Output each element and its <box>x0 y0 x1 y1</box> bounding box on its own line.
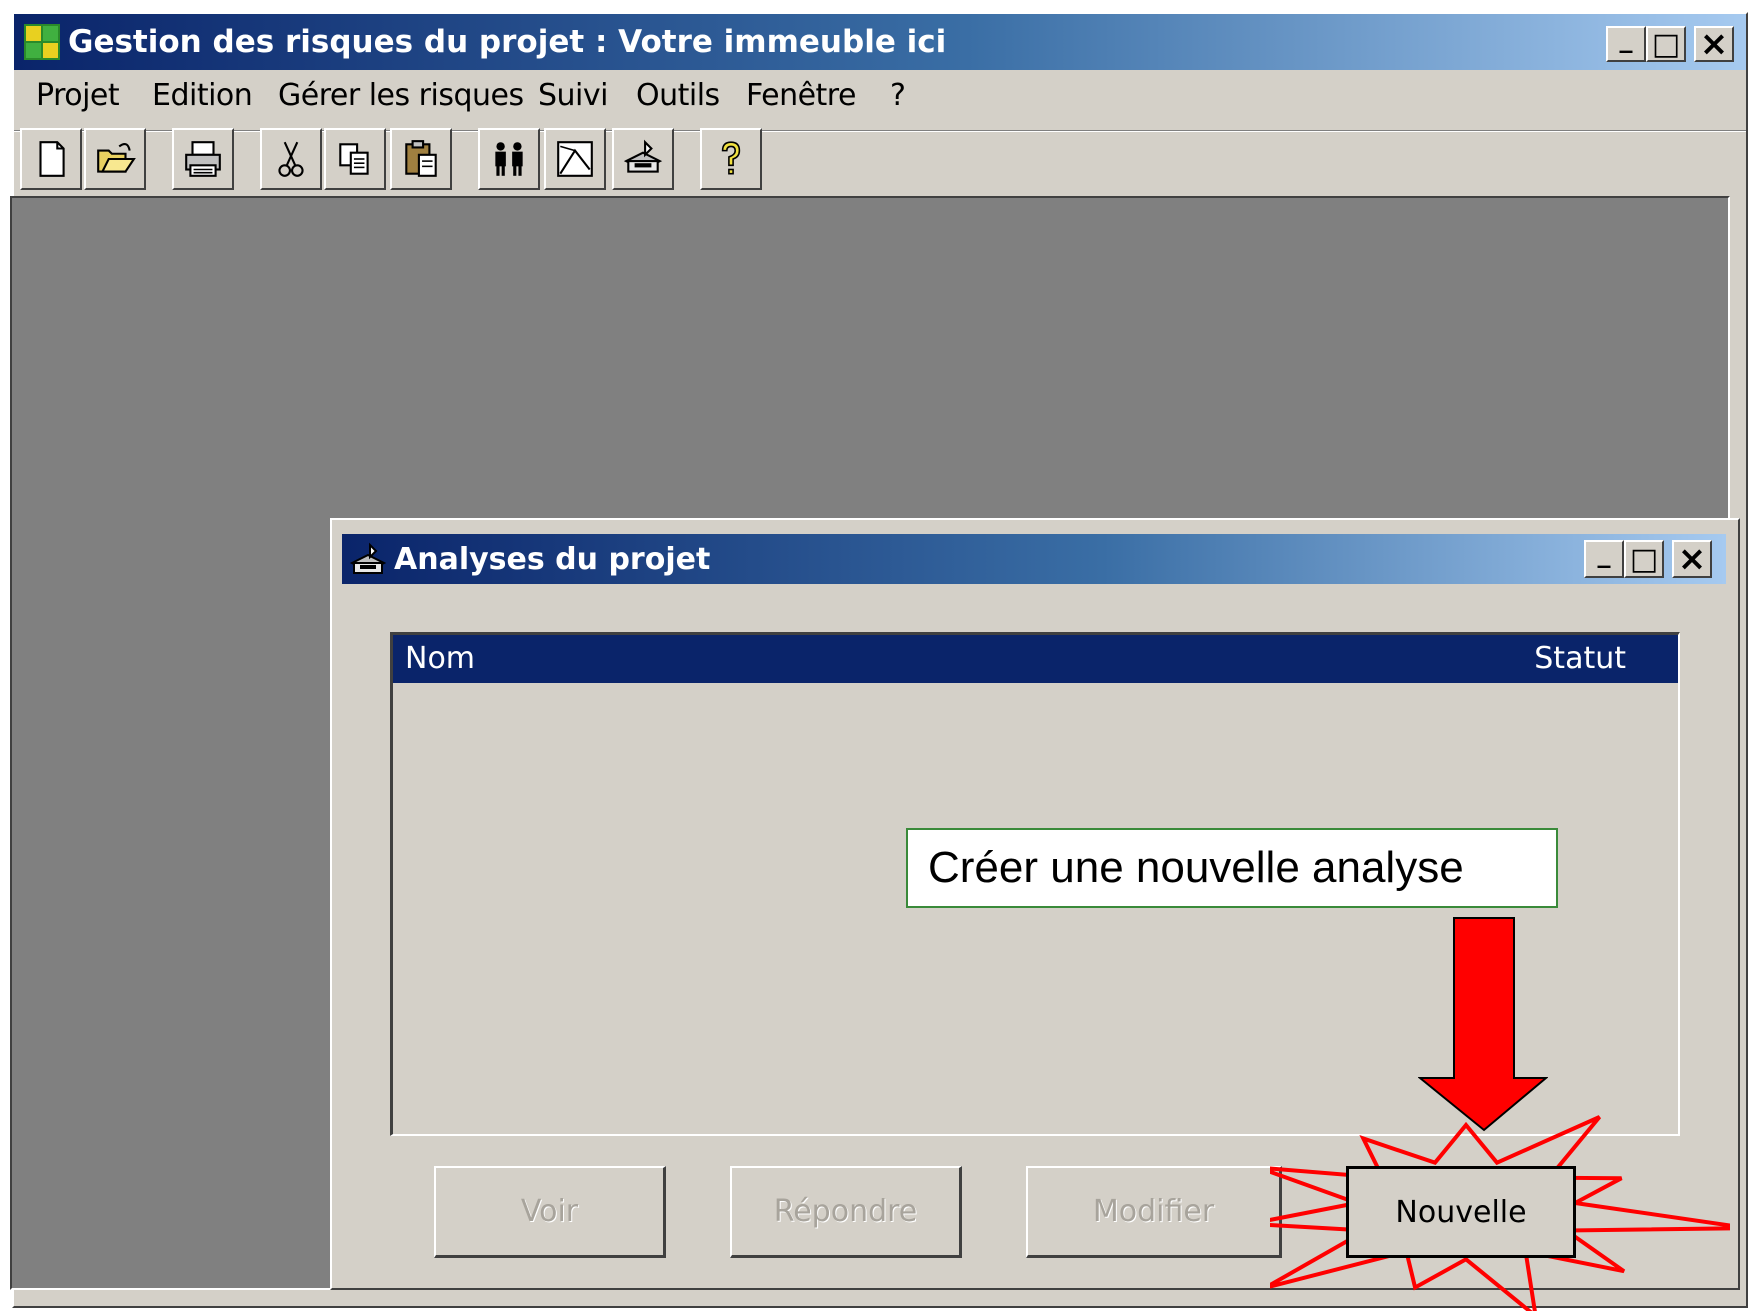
column-header-statut[interactable]: Statut <box>1534 641 1626 676</box>
close-icon: × <box>1699 24 1729 64</box>
cut-button[interactable] <box>260 128 322 190</box>
callout-box: Créer une nouvelle analyse <box>906 828 1558 908</box>
maximize-icon: □ <box>1629 541 1659 577</box>
menu-help[interactable]: ? <box>890 78 906 113</box>
print-icon <box>185 141 221 177</box>
close-icon: × <box>1677 539 1707 579</box>
analyses-close-button[interactable]: × <box>1672 539 1712 579</box>
app-icon <box>24 24 60 60</box>
main-title-bar[interactable]: Gestion des risques du projet : Votre im… <box>14 14 1746 70</box>
copy-button[interactable] <box>324 128 386 190</box>
paste-button[interactable] <box>390 128 452 190</box>
callout-text: Créer une nouvelle analyse <box>928 843 1464 892</box>
menu-projet[interactable]: Projet <box>36 78 120 113</box>
main-maximize-button[interactable]: □ <box>1646 26 1686 62</box>
voir-button-label: Voir <box>520 1194 579 1229</box>
open-folder-icon <box>97 143 136 173</box>
minimize-icon: _ <box>1619 24 1633 54</box>
new-file-icon <box>39 141 65 177</box>
analyses-maximize-button[interactable]: □ <box>1624 540 1664 578</box>
list-header: Nom Statut <box>393 635 1678 683</box>
menu-edition[interactable]: Edition <box>152 78 253 113</box>
people-button[interactable] <box>478 128 540 190</box>
minimize-icon: _ <box>1597 539 1611 569</box>
main-minimize-button[interactable]: _ <box>1606 24 1646 62</box>
people-icon <box>495 142 523 176</box>
menu-gerer-risques[interactable]: Gérer les risques <box>278 78 524 113</box>
menu-suivi[interactable]: Suivi <box>538 78 608 113</box>
modifier-button[interactable]: Modifier <box>1026 1166 1282 1258</box>
voir-button[interactable]: Voir <box>434 1166 666 1258</box>
new-button[interactable] <box>20 128 82 190</box>
analysis-icon <box>623 139 663 173</box>
analyses-window-icon <box>348 539 388 579</box>
menu-fenetre[interactable]: Fenêtre <box>746 78 856 113</box>
open-button[interactable] <box>84 128 146 190</box>
copy-icon <box>339 143 369 175</box>
paste-icon <box>405 140 437 177</box>
analysis-button[interactable] <box>612 128 674 190</box>
maximize-icon: □ <box>1651 26 1681 62</box>
analyses-window-title: Analyses du projet <box>394 541 711 577</box>
nouvelle-button[interactable]: Nouvelle <box>1346 1166 1576 1258</box>
modifier-button-label: Modifier <box>1092 1194 1215 1229</box>
repondre-button[interactable]: Répondre <box>730 1166 962 1258</box>
menu-outils[interactable]: Outils <box>636 78 720 113</box>
main-window-title: Gestion des risques du projet : Votre im… <box>68 24 947 60</box>
help-button[interactable] <box>700 128 762 190</box>
column-header-nom[interactable]: Nom <box>405 641 475 676</box>
help-icon <box>721 141 741 175</box>
print-button[interactable] <box>172 128 234 190</box>
analyses-minimize-button[interactable]: _ <box>1584 539 1624 578</box>
repondre-button-label: Répondre <box>773 1194 918 1229</box>
menu-bar: Projet Edition Gérer les risques Suivi O… <box>14 70 1746 120</box>
chart-button[interactable] <box>544 128 606 190</box>
red-arrow-annotation <box>1418 917 1548 1132</box>
cut-icon <box>278 141 304 177</box>
analyses-title-bar[interactable]: Analyses du projet <box>342 534 1726 584</box>
nouvelle-button-label: Nouvelle <box>1395 1194 1527 1230</box>
main-close-button[interactable]: × <box>1694 24 1734 64</box>
chart-icon <box>557 141 593 177</box>
